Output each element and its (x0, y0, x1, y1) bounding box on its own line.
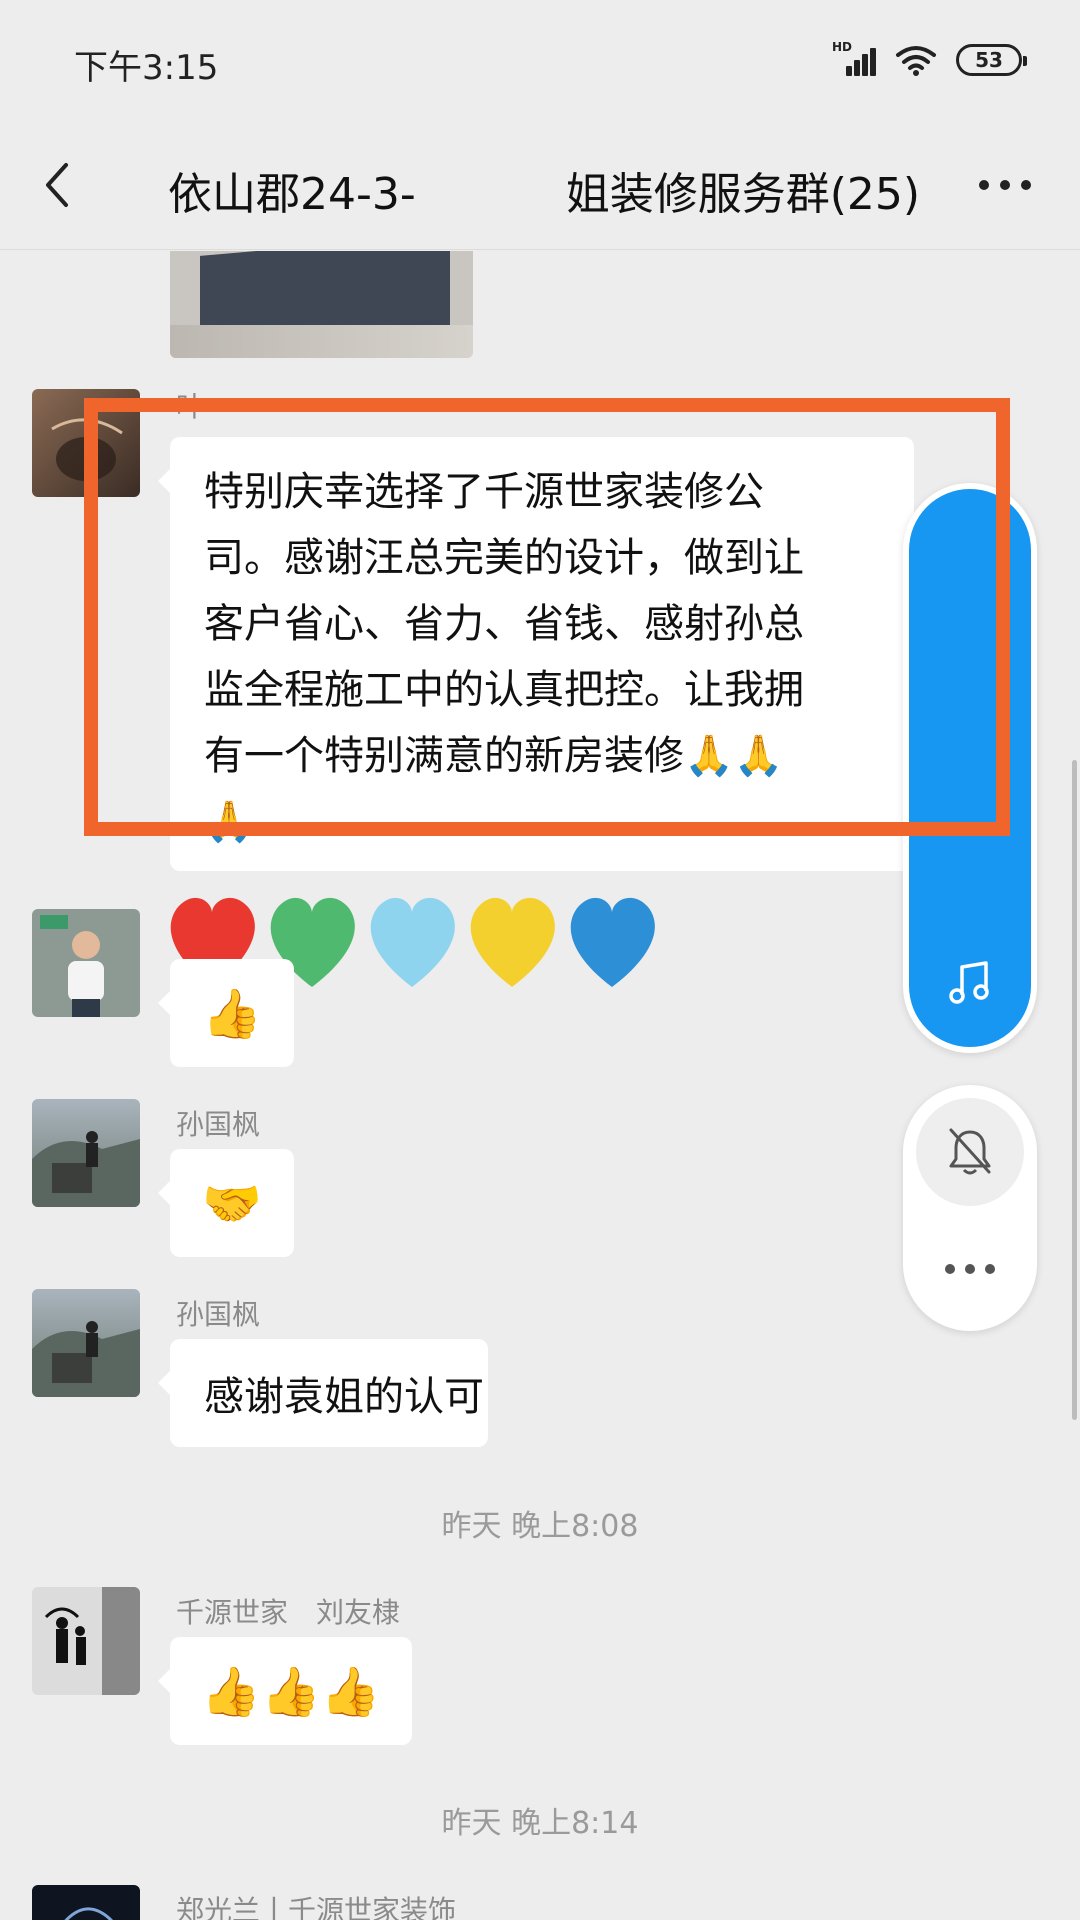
status-icons: HD 53 (832, 40, 1027, 76)
sender-name: 叶 (176, 390, 205, 423)
battery-icon: 53 (956, 44, 1027, 76)
message-line: 有一个特别满意的新房装修🙏🙏 (204, 733, 784, 779)
avatar[interactable] (32, 909, 140, 1017)
chat-title-right: 姐装修服务群(25) (565, 169, 921, 220)
floating-music-panel[interactable] (903, 483, 1037, 1053)
chat-header: 依山郡24-3- 姐装修服务群(25) (0, 120, 1080, 250)
message-bubble[interactable]: 👍👍👍 (158, 1637, 412, 1745)
message-bubble[interactable]: 感谢袁姐的认可 (158, 1339, 488, 1447)
wifi-icon (896, 46, 936, 76)
time-separator: 昨天 晚上8:08 (441, 1509, 639, 1544)
avatar[interactable] (32, 1099, 140, 1207)
network-type: HD (832, 40, 853, 54)
music-player-bar[interactable] (909, 489, 1031, 1047)
more-dots-icon[interactable] (970, 155, 1040, 215)
chat-title: 依山郡24-3- 姐装修服务群(25) (168, 158, 920, 222)
avatar[interactable] (32, 389, 140, 497)
chat-area[interactable]: 叶 特别庆幸选择了千源世家装修公 司。感谢汪总完美的设计，做到让 客户省心、省力… (0, 251, 1080, 1920)
message-line: 特别庆幸选择了千源世家装修公 (204, 469, 764, 515)
time-separator: 昨天 晚上8:14 (441, 1806, 639, 1841)
chevron-left-icon[interactable] (30, 155, 90, 215)
chat-title-left: 依山郡24-3- (168, 169, 416, 220)
avatar[interactable] (32, 1587, 140, 1695)
battery-level: 53 (975, 48, 1003, 72)
status-time: 下午3:15 (74, 48, 219, 88)
bell-off-icon (949, 1128, 991, 1175)
message-line: 🙏 (204, 799, 254, 845)
avatar[interactable] (32, 1885, 140, 1920)
sender-name: 孙国枫 (176, 1108, 261, 1141)
message-line: 监全程施工中的认真把控。让我拥 (204, 667, 804, 713)
image-message[interactable] (170, 251, 473, 358)
emoji-text: 🤝 (202, 1175, 262, 1232)
mute-button[interactable] (916, 1098, 1024, 1206)
more-dots-icon[interactable] (940, 1257, 1000, 1281)
message-text: 感谢袁姐的认可 (204, 1374, 484, 1420)
scrollbar[interactable] (1072, 760, 1077, 1420)
music-note-icon[interactable] (946, 959, 994, 1007)
message-bubble[interactable]: 特别庆幸选择了千源世家装修公 司。感谢汪总完美的设计，做到让 客户省心、省力、省… (158, 437, 914, 871)
message-bubble[interactable]: 🤝 (158, 1149, 294, 1257)
status-bar: 下午3:15 HD 53 (0, 0, 1080, 120)
sender-name: 千源世家 刘友棣 (176, 1596, 401, 1629)
emoji-text: 👍 (202, 985, 262, 1042)
redacted-area (416, 158, 566, 208)
floating-control-panel (903, 1085, 1037, 1331)
message-bubble[interactable]: 👍 (158, 959, 294, 1067)
sender-name: 孙国枫 (176, 1298, 261, 1331)
signal-icon: HD (832, 40, 876, 76)
emoji-text: 👍👍👍 (201, 1663, 381, 1720)
sender-name: 郑光兰丨千源世家装饰 (176, 1894, 457, 1920)
message-line: 客户省心、省力、省钱、感射孙总 (204, 601, 804, 647)
message-line: 司。感谢汪总完美的设计，做到让 (204, 535, 804, 581)
avatar[interactable] (32, 1289, 140, 1397)
